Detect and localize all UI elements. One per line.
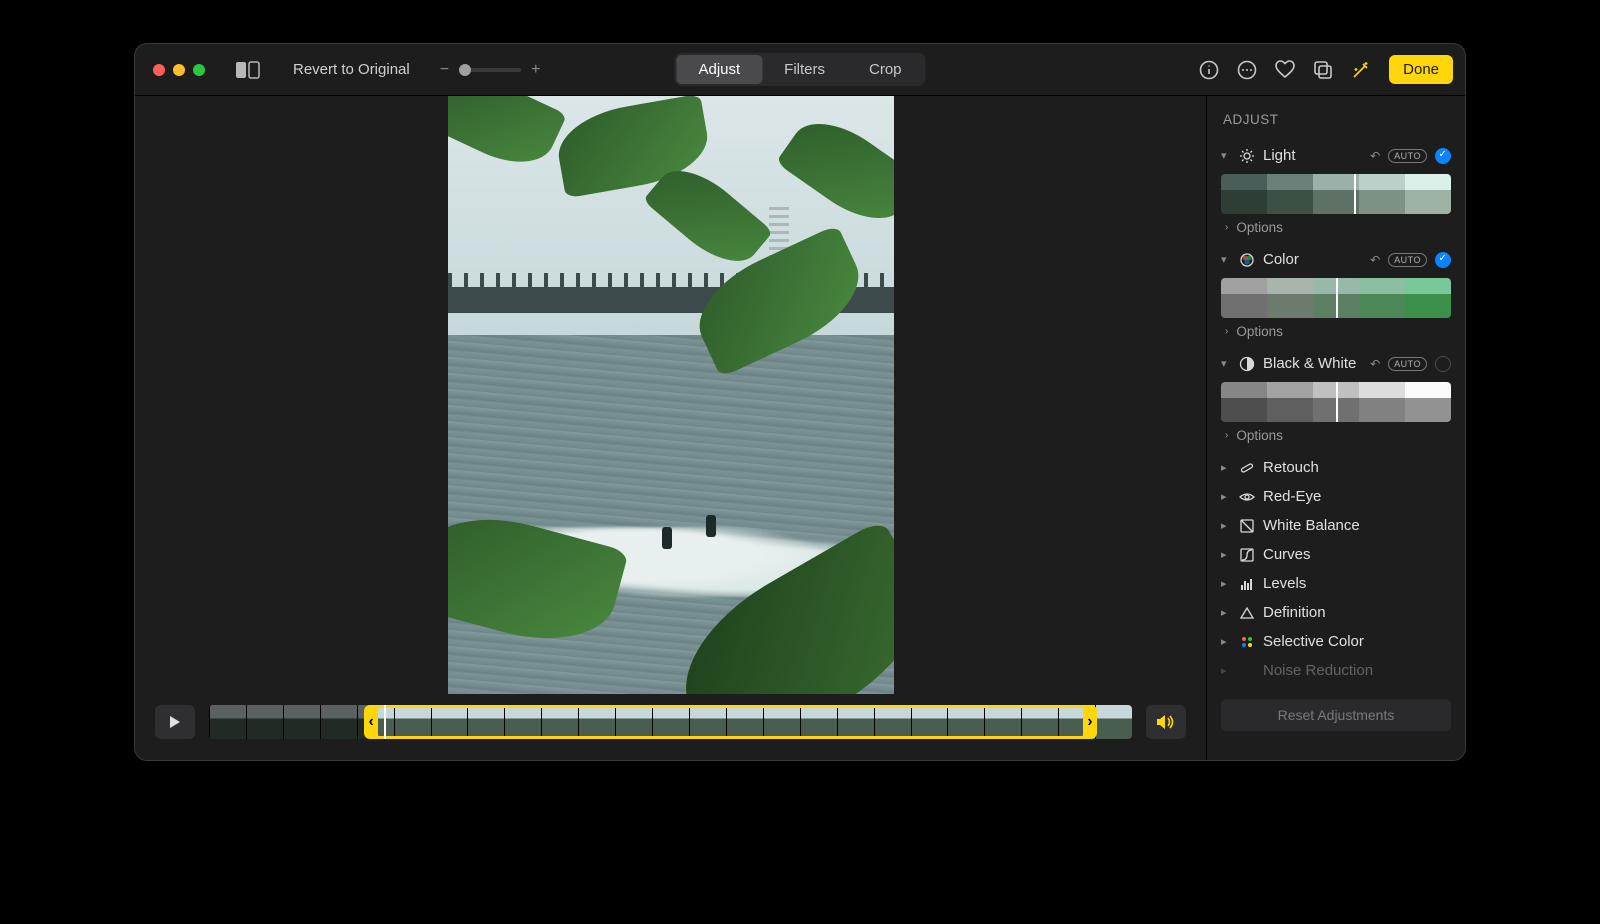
titlebar: Revert to Original − + Adjust Filters Cr…: [135, 44, 1465, 96]
chevron-down-icon: ▾: [1221, 253, 1231, 266]
chevron-down-icon: ▾: [1221, 357, 1231, 370]
bandage-icon: [1239, 460, 1255, 476]
reset-adjustments-button[interactable]: Reset Adjustments: [1221, 699, 1451, 731]
section-retouch[interactable]: ▸ Retouch: [1221, 453, 1451, 482]
bw-slider-strip[interactable]: [1221, 382, 1451, 422]
section-definition[interactable]: ▸ Definition: [1221, 598, 1451, 627]
color-slider-strip[interactable]: [1221, 278, 1451, 318]
light-slider-strip[interactable]: [1221, 174, 1451, 214]
section-light-header[interactable]: ▾ Light ↶ AUTO: [1221, 141, 1451, 170]
color-icon: [1239, 252, 1255, 268]
section-bw-label: Black & White: [1263, 355, 1362, 372]
color-options-toggle[interactable]: ›Options: [1221, 320, 1451, 349]
chevron-right-icon: ▸: [1221, 548, 1231, 561]
bw-icon: [1239, 356, 1255, 372]
video-timeline[interactable]: ‹ ›: [209, 705, 1132, 739]
white-balance-icon: [1239, 518, 1255, 534]
undo-icon[interactable]: ↶: [1370, 357, 1380, 371]
chevron-right-icon: ▸: [1221, 461, 1231, 474]
light-icon: [1239, 148, 1255, 164]
edit-mode-tabs: Adjust Filters Crop: [674, 53, 925, 86]
undo-icon[interactable]: ↶: [1370, 253, 1380, 267]
favorite-icon[interactable]: [1275, 60, 1295, 80]
section-redeye[interactable]: ▸ Red-Eye: [1221, 482, 1451, 511]
trim-handle-end[interactable]: ›: [1083, 705, 1097, 739]
section-enabled-toggle[interactable]: [1435, 148, 1451, 164]
chevron-right-icon: ▸: [1221, 664, 1231, 677]
window-controls: [153, 64, 205, 76]
info-icon[interactable]: [1199, 60, 1219, 80]
section-noise[interactable]: ▸ Noise Reduction: [1221, 656, 1451, 685]
section-bw-header[interactable]: ▾ Black & White ↶ AUTO: [1221, 349, 1451, 378]
tab-crop[interactable]: Crop: [847, 55, 924, 84]
playhead[interactable]: [384, 705, 386, 739]
adjust-sidebar: ADJUST ▾ Light ↶ AUTO ›Options ▾ Color ↶: [1207, 96, 1465, 760]
close-window-button[interactable]: [153, 64, 165, 76]
section-curves[interactable]: ▸ Curves: [1221, 540, 1451, 569]
zoom-slider[interactable]: [459, 68, 521, 72]
section-wb[interactable]: ▸ White Balance: [1221, 511, 1451, 540]
trim-selection[interactable]: ‹ ›: [375, 705, 1086, 739]
section-color-label: Color: [1263, 251, 1362, 268]
minimize-window-button[interactable]: [173, 64, 185, 76]
section-enabled-toggle[interactable]: [1435, 252, 1451, 268]
bw-options-toggle[interactable]: ›Options: [1221, 424, 1451, 453]
chevron-down-icon: ▾: [1221, 149, 1231, 162]
chevron-right-icon: ▸: [1221, 519, 1231, 532]
levels-icon: [1239, 576, 1255, 592]
noise-icon: [1239, 663, 1255, 679]
auto-button[interactable]: AUTO: [1388, 253, 1427, 267]
done-button[interactable]: Done: [1389, 55, 1453, 84]
adjust-panel-title: ADJUST: [1223, 112, 1451, 127]
play-button[interactable]: [155, 705, 195, 739]
tab-filters[interactable]: Filters: [762, 55, 847, 84]
auto-button[interactable]: AUTO: [1388, 149, 1427, 163]
zoom-out-icon[interactable]: −: [440, 61, 449, 79]
photo-canvas[interactable]: [135, 96, 1206, 698]
video-controls-bar: ‹ ›: [135, 698, 1206, 760]
toolbar-right-actions: Done: [1199, 55, 1453, 84]
fullscreen-window-button[interactable]: [193, 64, 205, 76]
zoom-slider-group: − +: [440, 61, 541, 79]
selective-color-icon: [1239, 634, 1255, 650]
tab-adjust[interactable]: Adjust: [676, 55, 762, 84]
section-enabled-toggle[interactable]: [1435, 356, 1451, 372]
trim-handle-start[interactable]: ‹: [364, 705, 378, 739]
auto-button[interactable]: AUTO: [1388, 357, 1427, 371]
edited-photo-preview: [448, 96, 894, 694]
section-color-header[interactable]: ▾ Color ↶ AUTO: [1221, 245, 1451, 274]
curves-icon: [1239, 547, 1255, 563]
section-selective-color[interactable]: ▸ Selective Color: [1221, 627, 1451, 656]
auto-enhance-icon[interactable]: [1351, 60, 1371, 80]
chevron-right-icon: ▸: [1221, 577, 1231, 590]
main-editor-area: ‹ ›: [135, 96, 1207, 760]
zoom-in-icon[interactable]: +: [531, 61, 540, 79]
definition-icon: [1239, 605, 1255, 621]
light-options-toggle[interactable]: ›Options: [1221, 216, 1451, 245]
photos-edit-window: Revert to Original − + Adjust Filters Cr…: [135, 44, 1465, 760]
more-options-icon[interactable]: [1237, 60, 1257, 80]
undo-icon[interactable]: ↶: [1370, 149, 1380, 163]
trimmed-out-region: [209, 705, 375, 739]
section-light-label: Light: [1263, 147, 1362, 164]
section-levels[interactable]: ▸ Levels: [1221, 569, 1451, 598]
audio-toggle-button[interactable]: [1146, 705, 1186, 739]
live-photo-icon[interactable]: [1313, 60, 1333, 80]
chevron-right-icon: ▸: [1221, 606, 1231, 619]
revert-to-original-button[interactable]: Revert to Original: [281, 55, 422, 84]
chevron-right-icon: ▸: [1221, 490, 1231, 503]
eye-icon: [1239, 489, 1255, 505]
compare-toggle-button[interactable]: [233, 59, 263, 81]
chevron-right-icon: ▸: [1221, 635, 1231, 648]
